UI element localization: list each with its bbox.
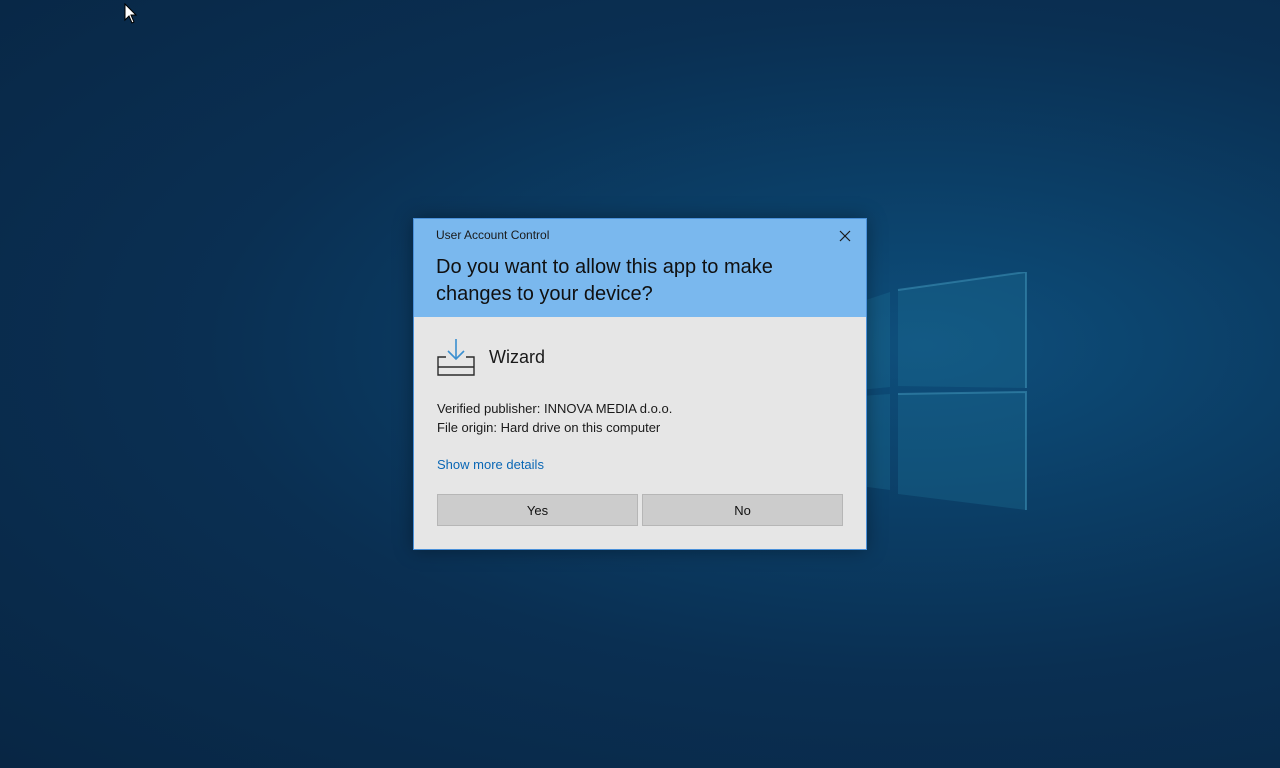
install-download-icon bbox=[437, 339, 475, 376]
uac-header: User Account Control Do you want to allo… bbox=[414, 219, 866, 317]
app-name: Wizard bbox=[489, 347, 546, 367]
show-more-details-link[interactable]: Show more details bbox=[437, 457, 544, 472]
origin-line: File origin: Hard drive on this computer bbox=[437, 420, 661, 435]
app-details: Verified publisher: INNOVA MEDIA d.o.o. … bbox=[437, 399, 672, 437]
app-info-row: Wizard bbox=[436, 337, 836, 379]
windows-logo-watermark bbox=[860, 272, 1027, 510]
dialog-title: User Account Control bbox=[436, 228, 550, 242]
mouse-pointer-icon bbox=[124, 3, 138, 24]
no-button[interactable]: No bbox=[642, 494, 843, 526]
close-icon bbox=[839, 230, 851, 242]
dialog-question: Do you want to allow this app to make ch… bbox=[436, 256, 773, 305]
publisher-line: Verified publisher: INNOVA MEDIA d.o.o. bbox=[437, 401, 673, 416]
close-button[interactable] bbox=[832, 225, 858, 247]
uac-dialog: User Account Control Do you want to allo… bbox=[413, 218, 867, 550]
yes-button[interactable]: Yes bbox=[437, 494, 638, 526]
